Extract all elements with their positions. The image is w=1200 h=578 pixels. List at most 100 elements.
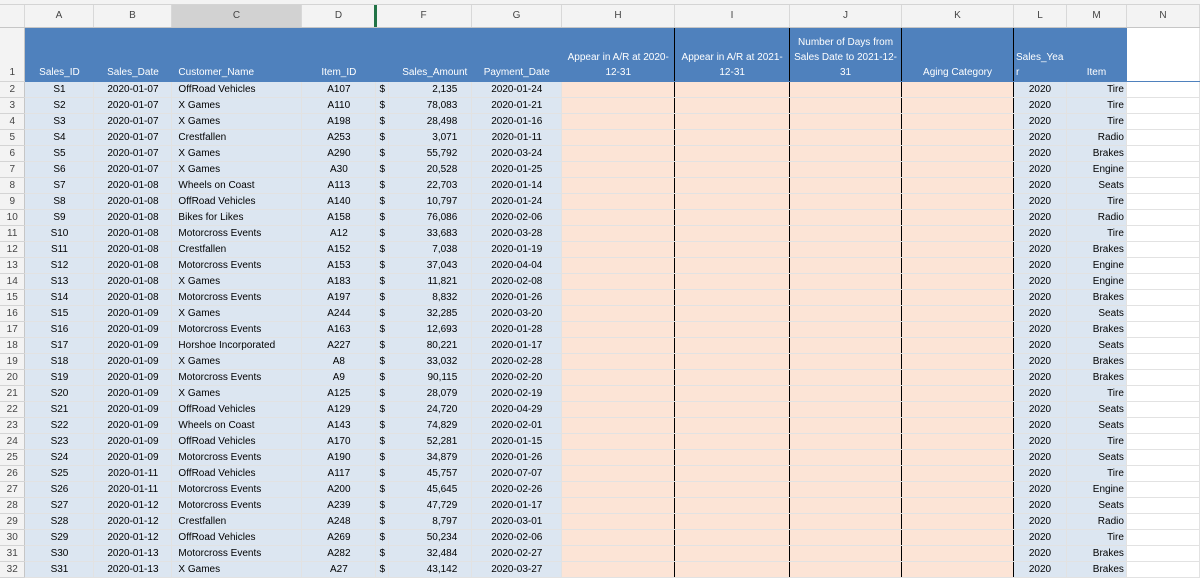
cell-sales-year[interactable]: 2020 [1013,417,1067,434]
cell-sales-date[interactable]: 2020-01-07 [93,113,173,130]
cell-days-from-sales[interactable] [789,273,903,290]
column-header-m[interactable]: M [1067,5,1127,27]
cell-sales-id[interactable]: S27 [24,497,95,514]
empty-cell[interactable] [1126,161,1200,178]
cell-ar-2020[interactable] [561,225,676,242]
cell-item-id[interactable]: A200 [301,481,377,498]
empty-cell[interactable] [1126,545,1200,562]
cell-customer-name[interactable]: OffRoad Vehicles [171,465,303,482]
cell-ar-2021[interactable] [674,193,791,210]
cell-sales-date[interactable]: 2020-01-08 [93,241,173,258]
cell-payment-date[interactable]: 2020-04-04 [471,257,563,274]
cell-payment-date[interactable]: 2020-03-28 [471,225,563,242]
cell-sales-year[interactable]: 2020 [1013,273,1067,290]
cell-ar-2021[interactable] [674,177,791,194]
cell-item[interactable]: Tire [1066,97,1127,114]
column-header-i[interactable]: I [675,5,790,27]
row-number[interactable]: 20 [0,369,26,386]
cell-sales-date[interactable]: 2020-01-09 [93,305,173,322]
cell-sales-id[interactable]: S26 [24,481,95,498]
row-number[interactable]: 3 [0,97,26,114]
cell-sales-year[interactable]: 2020 [1013,529,1067,546]
table-row[interactable]: 23 S22 2020-01-09 Wheels on Coast A143 $74,82… [0,417,1200,434]
table-row[interactable]: 19 S18 2020-01-09 X Games A8 $33,032 2020-02-2… [0,353,1200,370]
table-row[interactable]: 10 S9 2020-01-08 Bikes for Likes A158 $76,086… [0,209,1200,226]
cell-currency-symbol[interactable]: $ [375,545,390,562]
cell-item-id[interactable]: A244 [301,305,377,322]
cell-customer-name[interactable]: Crestfallen [171,129,303,146]
cell-days-from-sales[interactable] [789,481,903,498]
column-header-a[interactable]: A [25,5,94,27]
cell-item-id[interactable]: A248 [301,513,377,530]
cell-aging-category[interactable] [901,353,1014,370]
cell-ar-2020[interactable] [561,513,676,530]
header-ar-2020[interactable]: Appear in A/R at 2020-12-31 [561,28,676,82]
cell-sales-year[interactable]: 2020 [1013,289,1067,306]
cell-days-from-sales[interactable] [789,97,903,114]
table-row[interactable]: 26 S25 2020-01-11 OffRoad Vehicles A117 $45,7… [0,465,1200,482]
cell-customer-name[interactable]: X Games [171,273,303,290]
cell-aging-category[interactable] [901,337,1014,354]
cell-customer-name[interactable]: OffRoad Vehicles [171,529,303,546]
cell-sales-date[interactable]: 2020-01-09 [93,449,173,466]
cell-customer-name[interactable]: OffRoad Vehicles [171,81,303,98]
cell-payment-date[interactable]: 2020-01-11 [471,129,563,146]
column-header-f[interactable]: F [376,5,472,27]
cell-sales-id[interactable]: S9 [24,209,95,226]
cell-sales-id[interactable]: S11 [24,241,95,258]
row-number[interactable]: 18 [0,337,26,354]
cell-ar-2020[interactable] [561,273,676,290]
row-number[interactable]: 19 [0,353,26,370]
table-row[interactable]: 22 S21 2020-01-09 OffRoad Vehicles A129 $24,7… [0,401,1200,418]
cell-item-id[interactable]: A8 [301,353,377,370]
cell-aging-category[interactable] [901,81,1014,98]
cell-item-id[interactable]: A125 [301,385,377,402]
cell-item[interactable]: Brakes [1066,353,1127,370]
row-number[interactable]: 11 [0,225,26,242]
cell-payment-date[interactable]: 2020-01-24 [471,193,563,210]
cell-sales-year[interactable]: 2020 [1013,401,1067,418]
cell-days-from-sales[interactable] [789,449,903,466]
cell-customer-name[interactable]: X Games [171,353,303,370]
cell-item-id[interactable]: A253 [301,129,377,146]
cell-payment-date[interactable]: 2020-02-26 [471,481,563,498]
cell-item-id[interactable]: A183 [301,273,377,290]
cell-customer-name[interactable]: X Games [171,145,303,162]
table-row[interactable]: 11 S10 2020-01-08 Motorcross Events A12 $33,6… [0,225,1200,242]
cell-sales-id[interactable]: S2 [24,97,95,114]
cell-sales-year[interactable]: 2020 [1013,353,1067,370]
cell-customer-name[interactable]: OffRoad Vehicles [171,433,303,450]
cell-currency-symbol[interactable]: $ [375,337,390,354]
cell-ar-2020[interactable] [561,129,676,146]
cell-payment-date[interactable]: 2020-01-21 [471,97,563,114]
cell-ar-2021[interactable] [674,385,791,402]
cell-ar-2021[interactable] [674,257,791,274]
cell-sales-id[interactable]: S28 [24,513,95,530]
header-aging-category[interactable]: Aging Category [901,28,1014,82]
empty-cell[interactable] [1126,481,1200,498]
cell-ar-2020[interactable] [561,369,676,386]
table-row[interactable]: 14 S13 2020-01-08 X Games A183 $11,821 2020-02… [0,273,1200,290]
row-number[interactable]: 17 [0,321,26,338]
cell-ar-2020[interactable] [561,465,676,482]
row-number[interactable]: 2 [0,81,26,98]
cell-payment-date[interactable]: 2020-01-25 [471,161,563,178]
cell-ar-2021[interactable] [674,97,791,114]
row-number[interactable]: 10 [0,209,26,226]
row-number[interactable]: 12 [0,241,26,258]
cell-item[interactable]: Tire [1066,465,1127,482]
cell-aging-category[interactable] [901,305,1014,322]
table-row[interactable]: 18 S17 2020-01-09 Horshoe Incorporated A227 $… [0,337,1200,354]
cell-customer-name[interactable]: OffRoad Vehicles [171,401,303,418]
cell-ar-2021[interactable] [674,241,791,258]
cell-item-id[interactable]: A198 [301,113,377,130]
cell-item[interactable]: Seats [1066,337,1127,354]
cell-days-from-sales[interactable] [789,545,903,562]
cell-customer-name[interactable]: Crestfallen [171,513,303,530]
cell-currency-symbol[interactable]: $ [375,145,390,162]
cell-currency-symbol[interactable]: $ [375,321,390,338]
cell-payment-date[interactable]: 2020-01-15 [471,433,563,450]
cell-item[interactable]: Radio [1066,129,1127,146]
cell-currency-symbol[interactable]: $ [375,433,390,450]
cell-aging-category[interactable] [901,385,1014,402]
